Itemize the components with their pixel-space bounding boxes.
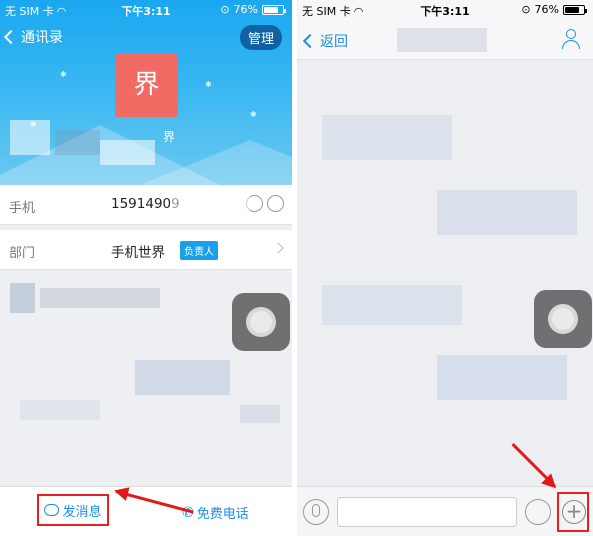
blurred-region — [135, 360, 230, 395]
free-call-label: 免费电话 — [196, 507, 249, 522]
chat-nav-bar: 返回 — [297, 20, 593, 60]
manage-button[interactable]: 管理 — [239, 25, 282, 50]
assistive-touch-icon — [246, 307, 276, 337]
blurred-region — [322, 285, 462, 325]
department-row[interactable]: 部门 手机世界 负责人 — [0, 230, 292, 270]
status-bar: 无 SIM 卡 ◠ 下午3:11 ⊙ 76% — [297, 0, 593, 20]
back-label: 返回 — [320, 34, 348, 50]
annotation-arrow — [511, 443, 557, 488]
department-label: 部门 — [9, 246, 36, 261]
avatar[interactable]: 界 — [115, 54, 178, 117]
profile-header: ✱ ✱ ✱ ✱ 无 SIM 卡◠ 下午3:11 ⊙ 76% 通讯录 管理 界 界 — [0, 0, 292, 185]
assistive-touch-button[interactable] — [534, 290, 592, 348]
battery-level — [565, 6, 579, 13]
chevron-right-icon — [272, 242, 284, 254]
highlight-box: + — [557, 492, 589, 532]
microphone-icon[interactable] — [303, 499, 329, 525]
back-label: 通讯录 — [21, 30, 63, 46]
blurred-region — [322, 115, 452, 160]
phone-row[interactable]: 手机 15914909 — [0, 185, 292, 225]
message-input[interactable] — [337, 497, 517, 527]
back-button[interactable]: 返回 — [302, 31, 348, 51]
battery-icon — [563, 4, 587, 15]
rotation-lock-icon: ⊙ — [220, 3, 230, 16]
chat-input-bar: + — [297, 486, 593, 536]
bottom-action-bar: 发消息 ✆ 免费电话 — [0, 486, 292, 536]
rotation-lock-icon: ⊙ — [521, 3, 531, 16]
snowflake-icon: ✱ — [60, 70, 67, 79]
phone-label: 手机 — [9, 201, 36, 216]
department-value: 手机世界 — [111, 245, 165, 261]
chevron-left-icon — [3, 29, 19, 45]
send-message-button[interactable]: 发消息 — [37, 494, 109, 526]
contact-profile-screen: ✱ ✱ ✱ ✱ 无 SIM 卡◠ 下午3:11 ⊙ 76% 通讯录 管理 界 界… — [0, 0, 292, 536]
blurred-region — [437, 355, 567, 400]
blurred-region — [397, 28, 487, 52]
contact-name: 界 — [163, 130, 176, 144]
header-decoration — [140, 140, 292, 185]
blurred-region — [10, 120, 50, 155]
leader-badge: 负责人 — [180, 241, 218, 260]
profile-icon[interactable] — [562, 29, 580, 49]
battery-level — [264, 6, 278, 13]
battery-percent: 76% — [534, 3, 559, 16]
send-message-label: 发消息 — [62, 504, 102, 520]
back-button[interactable]: 通讯录 — [3, 27, 63, 47]
blurred-region — [10, 283, 35, 313]
blurred-region — [20, 400, 100, 420]
assistive-touch-icon — [548, 304, 578, 334]
plus-button[interactable]: + — [562, 500, 586, 524]
chat-bubble-icon — [44, 504, 60, 516]
blurred-region — [437, 190, 577, 235]
status-bar: 无 SIM 卡 ◠ 下午3:11 ⊙ 76% — [0, 0, 292, 20]
emoji-icon[interactable] — [525, 499, 551, 525]
battery-icon — [262, 4, 286, 15]
blurred-region — [100, 140, 155, 165]
blurred-region — [240, 405, 280, 423]
chevron-left-icon — [302, 33, 318, 49]
blurred-region — [170, 193, 250, 217]
battery-percent: 76% — [233, 3, 258, 16]
assistive-touch-button[interactable] — [232, 293, 290, 351]
blurred-region — [40, 288, 160, 308]
snowflake-icon: ✱ — [205, 80, 212, 89]
blurred-region — [55, 130, 100, 155]
snowflake-icon: ✱ — [250, 110, 257, 119]
chat-screen: 无 SIM 卡 ◠ 下午3:11 ⊙ 76% 返回 + — [297, 0, 593, 536]
call-icon[interactable] — [267, 195, 284, 212]
